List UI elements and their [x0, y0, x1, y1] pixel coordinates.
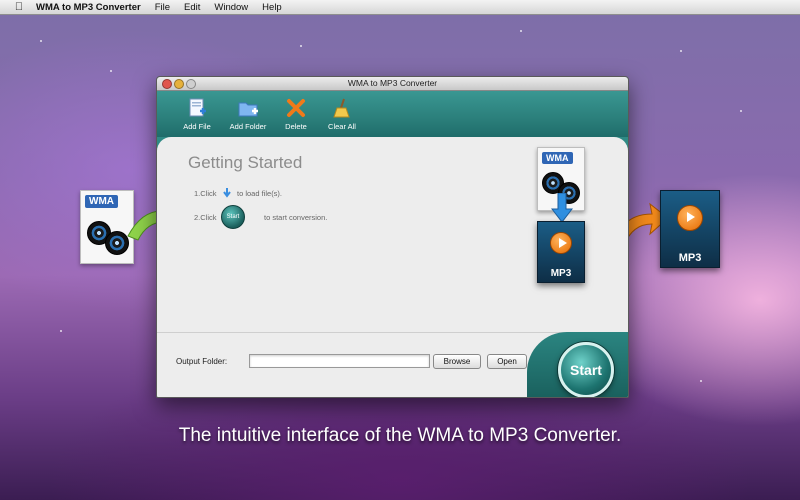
close-button[interactable]	[162, 79, 172, 89]
app-menu[interactable]: WMA to MP3 Converter	[36, 2, 141, 13]
star	[110, 70, 112, 72]
menu-file[interactable]: File	[155, 2, 170, 13]
browse-button[interactable]: Browse	[433, 354, 481, 369]
play-icon	[677, 205, 703, 231]
star	[300, 45, 302, 47]
down-arrow-icon	[551, 193, 573, 223]
play-icon	[550, 232, 572, 254]
star	[520, 30, 522, 32]
menu-bar:  WMA to MP3 Converter File Edit Window …	[0, 0, 800, 15]
toolbar: Add File Add Folder Delete Clear All	[157, 91, 628, 137]
apple-menu-icon[interactable]: 	[12, 1, 26, 13]
promo-caption: The intuitive interface of the WMA to MP…	[178, 425, 622, 446]
add-file-small-icon	[223, 188, 231, 198]
step2-prefix: 2.Click	[194, 213, 217, 222]
output-folder-label: Output Folder:	[176, 357, 228, 366]
output-folder-input[interactable]	[249, 354, 430, 368]
wma-badge: WMA	[85, 195, 118, 208]
mp3-badge: MP3	[678, 252, 702, 264]
window-title: WMA to MP3 Converter	[347, 78, 438, 88]
star	[680, 50, 682, 52]
add-folder-icon	[238, 102, 258, 117]
add-file-icon	[189, 98, 206, 117]
mp3-file-icon: MP3	[660, 190, 720, 268]
zoom-button[interactable]	[186, 79, 196, 89]
star	[60, 330, 62, 332]
start-small-icon: Start	[221, 205, 245, 229]
getting-started-title: Getting Started	[188, 153, 303, 172]
step1-suffix: to load file(s).	[237, 189, 283, 198]
clear-all-button[interactable]: Clear All	[312, 97, 372, 131]
clear-all-icon	[333, 98, 350, 118]
menu-help[interactable]: Help	[262, 2, 282, 13]
menu-edit[interactable]: Edit	[184, 2, 200, 13]
getting-started-panel: Getting Started 1.Click to load file(s).…	[157, 137, 628, 332]
delete-icon	[287, 99, 305, 117]
minimize-button[interactable]	[174, 79, 184, 89]
step2-suffix: to start conversion.	[264, 213, 328, 222]
open-button[interactable]: Open	[487, 354, 527, 369]
mp3-badge: MP3	[550, 268, 572, 279]
star	[700, 380, 702, 382]
wma-badge: WMA	[542, 152, 573, 164]
app-window: WMA to MP3 Converter Add File Add Folder…	[156, 76, 629, 398]
step1-prefix: 1.Click	[194, 189, 217, 198]
mp3-file-icon: MP3	[537, 221, 585, 283]
star	[740, 110, 742, 112]
title-bar: WMA to MP3 Converter	[157, 77, 628, 91]
star	[40, 40, 42, 42]
start-button[interactable]: Start	[558, 342, 614, 397]
clear-all-label: Clear All	[328, 122, 356, 131]
menu-window[interactable]: Window	[214, 2, 248, 13]
